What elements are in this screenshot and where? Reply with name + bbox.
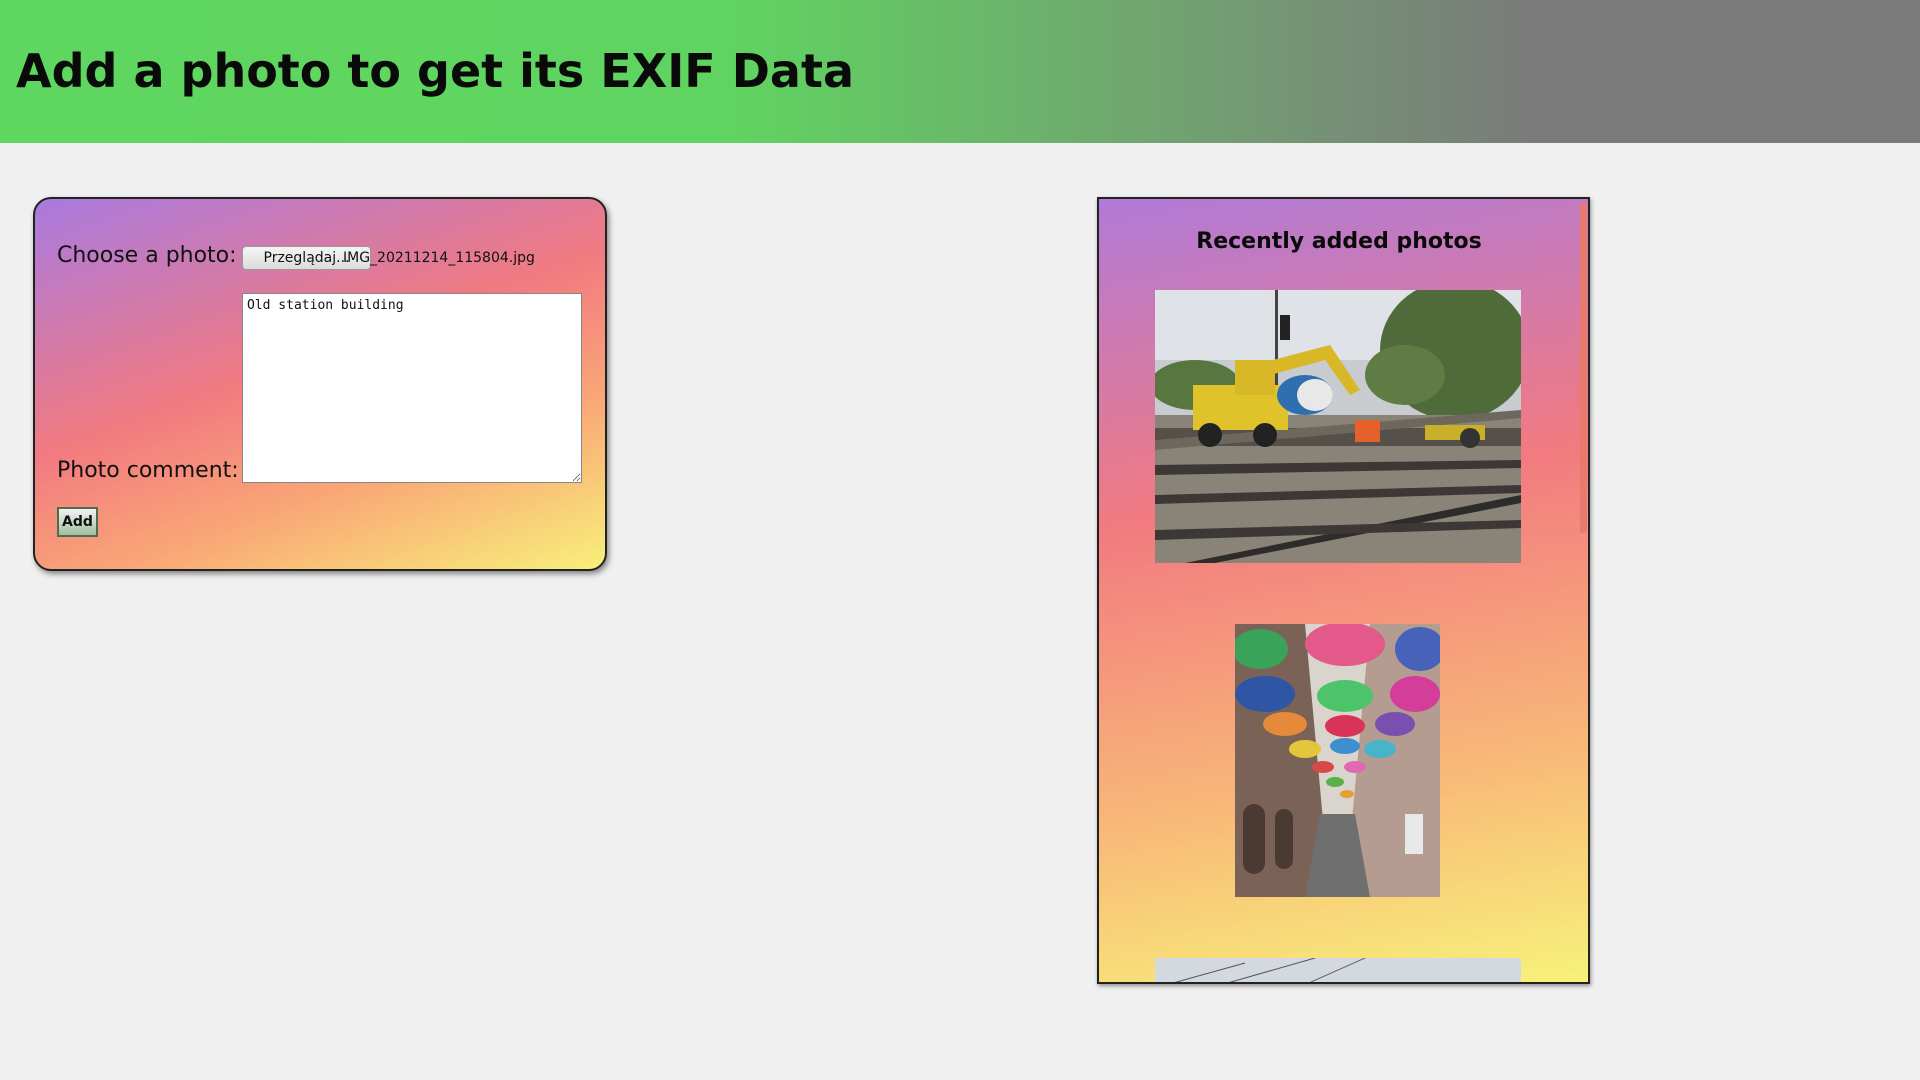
recent-photo-partial[interactable] xyxy=(1155,958,1521,982)
upload-form: Choose a photo: Przeglądaj... IMG_202112… xyxy=(33,197,607,571)
choose-photo-label: Choose a photo: xyxy=(57,243,237,268)
scrollbar[interactable] xyxy=(1580,203,1587,533)
add-button[interactable]: Add xyxy=(57,507,98,537)
recent-photo-excavator[interactable] xyxy=(1155,290,1521,563)
recent-photos-title: Recently added photos xyxy=(1196,229,1482,254)
recent-photo-umbrellas[interactable] xyxy=(1235,624,1440,897)
photo-comment-input[interactable]: Old station building xyxy=(242,293,582,483)
photo-comment-label: Photo comment: xyxy=(57,458,239,483)
page-title: Add a photo to get its EXIF Data xyxy=(16,44,854,98)
selected-file-name: IMG_20211214_115804.jpg xyxy=(343,250,535,266)
page-header: Add a photo to get its EXIF Data xyxy=(0,0,1920,143)
recent-photos-panel[interactable]: Recently added photos xyxy=(1097,197,1590,984)
